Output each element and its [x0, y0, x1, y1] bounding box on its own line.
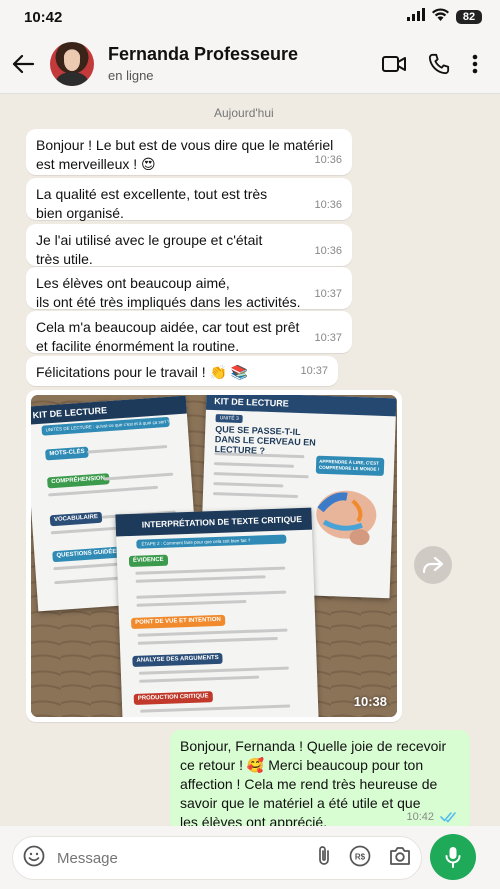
worksheet-item: QUESTIONS GUIDÉES	[52, 546, 125, 563]
status-indicators: 82	[407, 8, 482, 26]
message-text: Bonjour ! Le but est de vous dire que le…	[36, 137, 334, 172]
signal-icon	[407, 8, 425, 26]
wifi-icon	[432, 8, 449, 26]
message-time: 10:36	[314, 199, 342, 211]
chat-header: Fernanda Professeure en ligne	[0, 34, 500, 94]
message-list[interactable]: Aujourd'hui Bonjour ! Le but est de vous…	[0, 94, 500, 849]
worksheet-center-step: ÉTAPE 2 : Comment faire pour que cela so…	[136, 534, 287, 549]
message-time: 10:37	[300, 365, 328, 377]
worksheet-item: COMPRÉHENSION	[47, 473, 110, 489]
mic-icon[interactable]	[430, 834, 476, 880]
forward-icon[interactable]	[414, 546, 452, 584]
message-input-container[interactable]: R$	[12, 836, 422, 880]
emoji-icon[interactable]	[23, 845, 45, 872]
status-bar: 10:42 82	[0, 0, 500, 34]
brain-illustration	[316, 490, 377, 546]
worksheet-right-title: KIT DE LECTURE	[205, 395, 397, 417]
worksheet-item: VOCABULAIRE	[49, 511, 103, 527]
phone-icon[interactable]	[428, 53, 450, 75]
photo-time: 10:38	[353, 694, 387, 709]
worksheet-item: MOTS-CLÉS	[45, 446, 90, 461]
worksheet-right-callout: APPRENDRE À LIRE, C'EST COMPRENDRE LE MO…	[315, 455, 385, 476]
message-text: Les élèves ont beaucoup aimé, ils ont ét…	[36, 275, 301, 310]
photo-image[interactable]: KIT DE LECTURE UNITÉS DE LECTURE : qu'es…	[31, 395, 397, 717]
composer: R$	[0, 826, 500, 889]
photo-message[interactable]: KIT DE LECTURE UNITÉS DE LECTURE : qu'es…	[26, 390, 402, 722]
svg-text:R$: R$	[355, 852, 366, 861]
message-text: Félicitations pour le travail ! 👏 📚	[36, 364, 249, 380]
message-time: 10:37	[314, 332, 342, 344]
message-bubble[interactable]: Cela m'a beaucoup aidée, car tout est pr…	[26, 311, 352, 354]
contact-name[interactable]: Fernanda Professeure	[108, 44, 298, 65]
contact-info[interactable]: Fernanda Professeure en ligne	[108, 44, 298, 83]
more-vert-icon[interactable]	[472, 54, 478, 74]
contact-presence: en ligne	[108, 68, 154, 83]
message-bubble[interactable]: La qualité est excellente, tout est très…	[26, 178, 352, 221]
message-bubble[interactable]: Bonjour ! Le but est de vous dire que le…	[26, 129, 352, 175]
worksheet-section: PRODUCTION CRITIQUE	[133, 691, 213, 705]
date-separator: Aujourd'hui	[214, 106, 274, 120]
message-time: 10:36	[314, 245, 342, 257]
video-call-icon[interactable]	[382, 55, 406, 73]
message-text: Je l'ai utilisé avec le groupe et c'étai…	[36, 232, 263, 267]
attach-icon[interactable]	[317, 845, 331, 872]
message-time: 10:42	[406, 811, 434, 823]
battery-icon: 82	[456, 10, 482, 24]
message-bubble[interactable]: Je l'ai utilisé avec le groupe et c'étai…	[26, 224, 352, 267]
worksheet-right-unit: UNITÉ 3	[215, 414, 243, 424]
message-bubble[interactable]: Les élèves ont beaucoup aimé, ils ont ét…	[26, 267, 352, 310]
message-bubble[interactable]: Félicitations pour le travail ! 👏 📚 10:3…	[26, 356, 338, 386]
message-input[interactable]	[57, 849, 317, 867]
message-text: La qualité est excellente, tout est très…	[36, 186, 268, 221]
worksheet-center: INTERPRÉTATION DE TEXTE CRITIQUE ÉTAPE 2…	[115, 507, 319, 717]
message-time: 10:36	[314, 154, 342, 166]
worksheet-section: ÉVIDENCE	[128, 554, 168, 568]
back-arrow-icon[interactable]	[0, 34, 46, 94]
camera-icon[interactable]	[389, 846, 411, 871]
avatar[interactable]	[50, 41, 94, 86]
message-text: Cela m'a beaucoup aidée, car tout est pr…	[36, 319, 300, 354]
worksheet-section: ANALYSE DES ARGUMENTS	[132, 652, 223, 667]
message-time: 10:37	[314, 288, 342, 300]
outgoing-message-bubble[interactable]: Bonjour, Fernanda ! Quelle joie de recev…	[170, 730, 470, 849]
status-time: 10:42	[24, 8, 63, 26]
worksheet-section: POINT DE VUE ET INTENTION	[130, 614, 225, 629]
payment-icon[interactable]: R$	[349, 845, 371, 872]
